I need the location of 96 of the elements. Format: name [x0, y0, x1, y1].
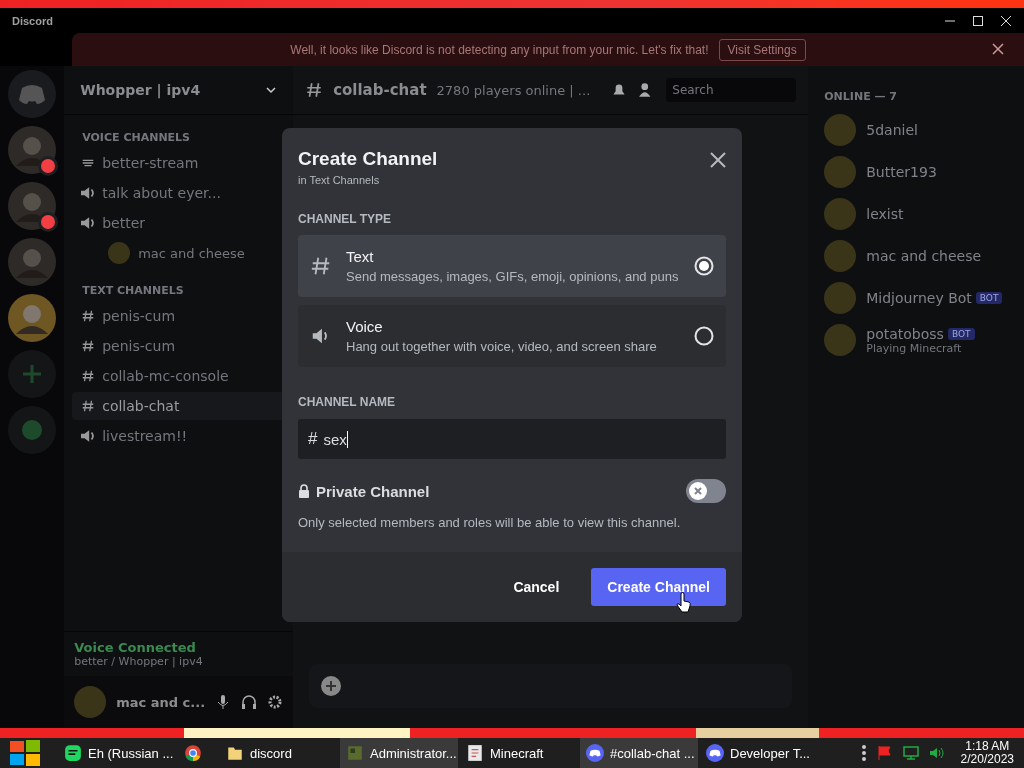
bot-tag: BOT: [947, 327, 975, 340]
user-avatar: [824, 324, 857, 356]
taskbar-item[interactable]: Minecraft: [460, 738, 578, 768]
channel-item[interactable]: better: [72, 209, 286, 237]
hash-icon: [310, 255, 332, 277]
server-icon[interactable]: [8, 294, 57, 342]
hash-icon: [81, 369, 96, 383]
user-avatar: [824, 282, 857, 314]
channel-item[interactable]: talk about eyer...: [72, 179, 286, 207]
close-icon[interactable]: [710, 152, 726, 168]
option-description: Hang out together with voice, video, and screen share: [346, 339, 658, 354]
taskbar-item[interactable]: Administrator...: [340, 738, 458, 768]
document-icon: [466, 744, 484, 762]
taskbar-item[interactable]: Developer T...: [700, 738, 818, 768]
user-avatar: [824, 198, 857, 230]
add-icon[interactable]: [321, 676, 342, 696]
toggle-switch[interactable]: [686, 479, 726, 503]
taskbar-item[interactable]: discord: [220, 738, 338, 768]
taskbar-item[interactable]: Eh (Russian ...: [58, 738, 176, 768]
taskbar-item[interactable]: #collab-chat ...: [580, 738, 698, 768]
clock-time[interactable]: 1:18 AM: [965, 740, 1010, 753]
hand-cursor-icon: [676, 592, 692, 614]
user-avatar: [824, 240, 857, 272]
block-icon: [346, 744, 364, 762]
cancel-button[interactable]: Cancel: [489, 568, 584, 606]
dialog-subtitle: in Text Channels: [298, 174, 381, 186]
discord-icon: [586, 744, 604, 762]
channel-type-option[interactable]: Text Send messages, images, GIFs, emoji, opinions, and puns: [298, 235, 726, 297]
settings-icon[interactable]: [267, 694, 284, 710]
option-title: Text: [346, 248, 375, 265]
window-title: Discord: [12, 14, 53, 27]
user-avatar: [108, 242, 131, 264]
private-channel-label: Private Channel: [316, 482, 430, 500]
browser-icon: [184, 744, 202, 762]
option-title: Voice: [346, 318, 384, 335]
clock-date[interactable]: 2/20/2023: [960, 753, 1014, 766]
music-app-icon: [64, 744, 82, 762]
member-item[interactable]: lexist: [816, 193, 1016, 235]
user-avatar: [824, 156, 857, 188]
flag-icon[interactable]: [876, 745, 893, 761]
dialog-title: Create Channel: [298, 148, 438, 170]
hash-icon: [305, 81, 324, 99]
speaker-icon: [81, 216, 96, 230]
member-item[interactable]: potatoboss BOT Playing Minecraft: [816, 319, 1016, 361]
member-item[interactable]: mac and cheese: [816, 235, 1016, 277]
member-item[interactable]: Midjourney Bot BOT: [816, 277, 1016, 319]
overflow-icon[interactable]: [860, 744, 867, 762]
start-icon[interactable]: [8, 738, 42, 768]
voice-status: Voice Connected: [74, 640, 197, 655]
channel-topic[interactable]: 2780 players online | ...: [436, 82, 591, 98]
channel-type-option[interactable]: Voice Hang out together with voice, video, and screen share: [298, 305, 726, 367]
folder-icon: [226, 744, 244, 762]
user-name: mac and c...: [116, 694, 206, 710]
server-icon[interactable]: [8, 238, 57, 286]
chevron-icon[interactable]: [265, 84, 278, 96]
channel-item[interactable]: collab-mc-console: [72, 362, 286, 390]
section-label: CHANNEL TYPE: [297, 211, 393, 228]
bot-tag: BOT: [975, 292, 1003, 304]
hash-icon: [81, 399, 96, 413]
create-channel-button[interactable]: Create Channel: [591, 568, 726, 606]
voice-member-name[interactable]: mac and cheese: [138, 245, 245, 261]
member-item[interactable]: 5daniel: [816, 109, 1016, 151]
server-icon[interactable]: [8, 70, 57, 118]
radio-icon[interactable]: [694, 326, 714, 346]
members-heading: ONLINE — 7: [823, 89, 898, 105]
network-icon[interactable]: [902, 745, 919, 761]
close-icon[interactable]: [992, 43, 1004, 55]
server-name[interactable]: Whopper | ipv4: [80, 82, 201, 98]
speaker-icon[interactable]: [928, 745, 945, 761]
channel-item[interactable]: penis-cum: [72, 302, 286, 330]
channel-item[interactable]: better-stream: [72, 149, 286, 177]
hash-icon: [81, 339, 96, 353]
channel-title: collab-chat: [333, 81, 427, 99]
hash-icon: [81, 309, 96, 323]
member-item[interactable]: Butter193: [816, 151, 1016, 193]
channel-item[interactable]: penis-cum: [72, 332, 286, 360]
notice-text: Well, it looks like Discord is not detecting any input from your mic. Let's fix that!: [290, 42, 709, 57]
search-field[interactable]: Search: [666, 78, 797, 102]
lock-icon: [298, 484, 310, 498]
x-icon: [693, 486, 703, 496]
visit-settings-button[interactable]: Visit Settings: [718, 38, 806, 61]
speaker-icon: [81, 429, 96, 443]
speaker-icon: [81, 186, 96, 200]
private-channel-description: Only selected members and roles will be able to view this channel.: [298, 515, 682, 530]
message-field[interactable]: [309, 664, 793, 708]
user-avatar: [824, 114, 857, 146]
user-avatar: [74, 686, 107, 718]
radio-selected-icon[interactable]: [694, 256, 714, 276]
channel-item[interactable]: livestream!!: [72, 422, 286, 450]
maximize-icon[interactable]: [972, 14, 984, 27]
headphones-icon[interactable]: [241, 694, 258, 710]
section-label: CHANNEL NAME: [297, 394, 397, 411]
channel-name-field[interactable]: # sex: [298, 419, 726, 459]
option-description: Send messages, images, GIFs, emoji, opinions, and puns: [346, 269, 680, 284]
voice-location[interactable]: better / Whopper | ipv4: [74, 655, 284, 668]
discord-icon: [706, 744, 724, 762]
